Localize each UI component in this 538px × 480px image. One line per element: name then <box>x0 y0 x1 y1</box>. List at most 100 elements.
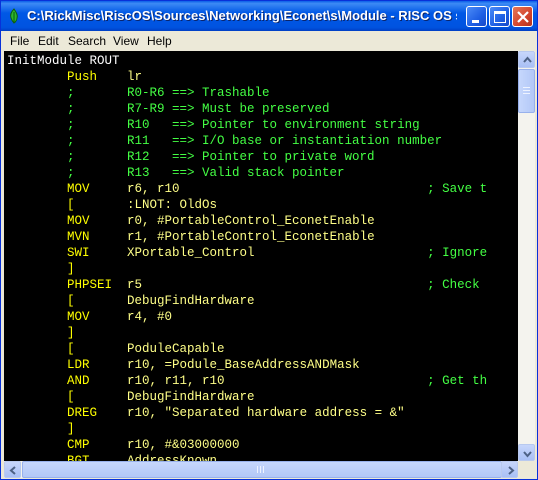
code-line: ; R11 ==> I/O base or instantiation numb… <box>7 133 442 149</box>
menu-view[interactable]: View <box>113 34 139 48</box>
code-token: ; R11 ==> I/O base or instantiation numb… <box>7 134 443 148</box>
code-line: LDR r10, =Podule_BaseAddressANDMask <box>7 357 360 373</box>
code-token: r10, #&03000000 <box>127 438 240 452</box>
code-line: ; R12 ==> Pointer to private word <box>7 149 375 165</box>
code-token: XPortable_Control <box>127 246 428 260</box>
code-line: InitModule ROUT <box>7 53 120 69</box>
scroll-left-button[interactable] <box>4 461 21 478</box>
code-token: MOV <box>7 214 128 228</box>
menu-help[interactable]: Help <box>147 34 172 48</box>
code-line: ] <box>7 325 75 341</box>
code-token: CMP <box>7 438 128 452</box>
code-token: :LNOT: OldOs <box>127 198 218 212</box>
editor-window: C:\RickMisc\RiscOS\Sources\Networking\Ec… <box>0 0 538 480</box>
code-line: MOV r4, #0 <box>7 309 172 325</box>
code-token: ; R12 ==> Pointer to private word <box>7 150 375 164</box>
code-token: [ <box>7 294 128 308</box>
scroll-down-button[interactable] <box>518 444 535 461</box>
arrow-right-icon <box>508 466 515 475</box>
menu-file[interactable]: File <box>10 34 29 48</box>
code-token: ; R7-R9 ==> Must be preserved <box>7 102 330 116</box>
code-token: ] <box>7 262 75 276</box>
scroll-up-button[interactable] <box>518 51 535 68</box>
code-line: SWI XPortable_Control ; Ignore <box>7 245 487 261</box>
code-token: r10, r11, r10 <box>127 374 428 388</box>
code-line: Push lr <box>7 69 142 85</box>
code-line: ] <box>7 421 75 437</box>
horizontal-scroll-thumb[interactable] <box>22 461 502 478</box>
code-token: [ <box>7 198 128 212</box>
code-line: ; R7-R9 ==> Must be preserved <box>7 101 330 117</box>
code-token: r4, #0 <box>127 310 173 324</box>
minimize-button[interactable] <box>466 6 487 27</box>
code-token: PHPSEI <box>7 278 128 292</box>
vertical-scrollbar[interactable] <box>518 51 535 461</box>
code-token: ; Ignore <box>427 246 488 260</box>
code-token: AND <box>7 374 128 388</box>
code-token: ; R13 ==> Valid stack pointer <box>7 166 345 180</box>
code-token: ; R0-R6 ==> Trashable <box>7 86 270 100</box>
code-line: CMP r10, #&03000000 <box>7 437 240 453</box>
app-icon <box>10 8 18 24</box>
code-line: AND r10, r11, r10 ; Get th <box>7 373 487 389</box>
horizontal-scrollbar[interactable] <box>4 461 518 478</box>
code-token: r1, #PortableControl_EconetEnable <box>127 230 375 244</box>
code-line: PHPSEI r5 ; Check <box>7 277 487 293</box>
code-line: [ DebugFindHardware <box>7 389 255 405</box>
code-token: InitModule ROUT <box>7 54 120 68</box>
code-token: [ <box>7 342 128 356</box>
code-token: "Separated hardware address = &" <box>164 406 405 420</box>
code-line: ; R0-R6 ==> Trashable <box>7 85 270 101</box>
code-line: DREG r10, "Separated hardware address = … <box>7 405 405 421</box>
code-line: [ PoduleCapable <box>7 341 225 357</box>
arrow-up-icon <box>523 56 532 63</box>
code-token: r6, r10 <box>127 182 428 196</box>
code-line: MOV r6, r10 ; Save t <box>7 181 487 197</box>
arrow-down-icon <box>523 451 532 458</box>
vertical-scroll-thumb[interactable] <box>518 69 535 113</box>
title-bar[interactable]: C:\RickMisc\RiscOS\Sources\Networking\Ec… <box>1 1 537 31</box>
code-token: ; R10 ==> Pointer to environment string <box>7 118 420 132</box>
code-line: BGT AddressKnown <box>7 453 217 461</box>
menu-edit[interactable]: Edit <box>38 34 59 48</box>
window-title: C:\RickMisc\RiscOS\Sources\Networking\Ec… <box>27 8 457 23</box>
code-token: r10, =Podule_BaseAddressANDMask <box>127 358 360 372</box>
code-line: MOV r0, #PortableControl_EconetEnable <box>7 213 375 229</box>
menu-search[interactable]: Search <box>68 34 106 48</box>
code-token: ; Check <box>427 278 488 292</box>
code-token: r0, #PortableControl_EconetEnable <box>127 214 375 228</box>
code-line: ] <box>7 261 75 277</box>
scroll-right-button[interactable] <box>501 461 518 478</box>
close-button[interactable] <box>512 6 533 27</box>
code-line: MVN r1, #PortableControl_EconetEnable <box>7 229 375 245</box>
minimize-icon <box>472 20 479 23</box>
code-token: Push <box>7 70 128 84</box>
maximize-button[interactable] <box>489 6 510 27</box>
close-icon <box>517 11 529 23</box>
code-token: LDR <box>7 358 128 372</box>
code-token: DREG <box>7 406 128 420</box>
code-line: [ :LNOT: OldOs <box>7 197 217 213</box>
code-token: DebugFindHardware <box>127 390 255 404</box>
code-token: SWI <box>7 246 128 260</box>
code-token: r5 <box>127 278 428 292</box>
code-token: AddressKnown <box>127 454 218 461</box>
maximize-icon <box>494 11 506 23</box>
code-token: [ <box>7 390 128 404</box>
code-line: [ DebugFindHardware <box>7 293 255 309</box>
code-token: MVN <box>7 230 128 244</box>
code-token: BGT <box>7 454 128 461</box>
code-editor[interactable]: InitModule ROUT Push lr ; R0-R6 ==> Tras… <box>4 51 518 461</box>
size-grip[interactable] <box>518 461 535 478</box>
code-line: ; R13 ==> Valid stack pointer <box>7 165 345 181</box>
code-token: ] <box>7 422 75 436</box>
code-token: MOV <box>7 182 128 196</box>
code-token: MOV <box>7 310 128 324</box>
code-token: ; Get th <box>427 374 488 388</box>
code-token: DebugFindHardware <box>127 294 255 308</box>
code-token: lr <box>127 70 143 84</box>
menu-bar: File Edit Search View Help <box>4 31 536 51</box>
code-token: r10, <box>127 406 165 420</box>
code-token: ; Save t <box>427 182 488 196</box>
code-line: ; R10 ==> Pointer to environment string <box>7 117 420 133</box>
